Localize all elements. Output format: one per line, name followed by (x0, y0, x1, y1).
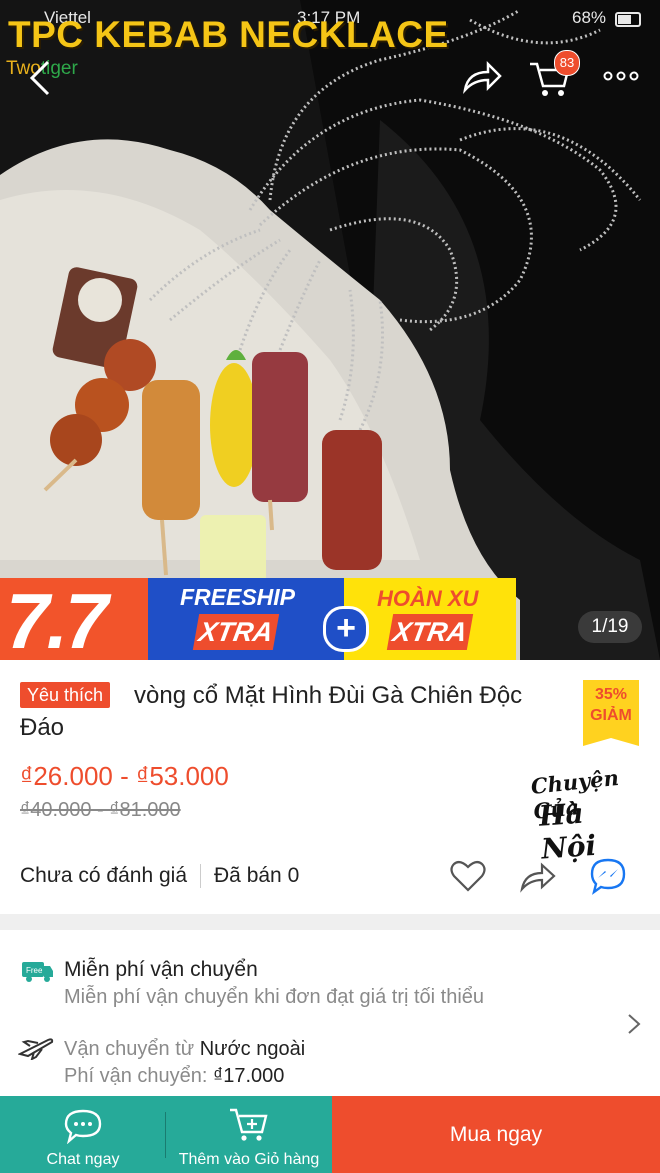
promo-plus-icon: + (323, 606, 369, 652)
section-divider (0, 914, 660, 930)
messenger-button[interactable] (588, 856, 628, 896)
chat-bubble-icon (64, 1109, 102, 1144)
shop-logo-line2: Hà Nội (537, 796, 598, 866)
ship-origin: Vận chuyển từ Nước ngoài (64, 1038, 305, 1061)
arrow-left-icon (29, 60, 50, 96)
cart-plus-icon (230, 1108, 268, 1141)
free-shipping-desc: Miễn phí vận chuyển khi đơn đạt giá trị … (64, 986, 485, 1008)
more-button[interactable] (600, 54, 644, 98)
battery-icon (615, 12, 641, 27)
share-icon (463, 60, 502, 95)
free-badge-text: Free (26, 966, 43, 975)
cart-count-badge: 83 (554, 50, 580, 76)
add-to-cart-button[interactable]: Thêm vào Giỏ hàng (166, 1096, 332, 1173)
promo-banner: 7.7 FREESHIP XTRA HOÀN XU XTRA (0, 577, 520, 660)
ship-fee-label: Phí vận chuyển: (64, 1065, 213, 1087)
free-shipping-title: Miễn phí vận chuyển (64, 958, 258, 981)
chat-now-button[interactable]: Chat ngay (0, 1096, 166, 1173)
bottom-action-bar: Chat ngay Thêm vào Giỏ hàng Mua ngay (0, 1096, 660, 1173)
chevron-right-icon (628, 1014, 641, 1034)
promo-freeship-text: FREESHIP (180, 584, 296, 610)
sold-count: Đã bán 0 (214, 864, 300, 887)
shipping-section[interactable]: Free Miễn phí vận chuyển Miễn phí vận ch… (0, 930, 660, 1096)
promo-xtra-badge: XTRA (192, 614, 280, 650)
price-range: ₫26.000 - ₫53.000 (20, 761, 229, 791)
promo-77-block: 7.7 (0, 577, 148, 660)
battery-text: 68% (572, 8, 607, 27)
discount-percent: 35% (594, 686, 628, 703)
promo-xtra-badge: XTRA (386, 614, 474, 650)
image-banner-title: TPC KEBAB NECKLACE (8, 14, 449, 55)
rating-separator (200, 864, 202, 889)
ship-fee: Phí vận chuyển: ₫17.000 (64, 1065, 284, 1088)
original-price-range: ₫40.000 - ₫81.000 (20, 799, 181, 821)
heart-icon (450, 860, 486, 892)
promo-hoanxu-text: HOÀN XU (377, 586, 479, 611)
product-image[interactable]: Viettel 3:17 PM 68% TPC KEBAB NECKLACE T… (0, 0, 660, 660)
airplane-icon (18, 1038, 54, 1060)
more-dots-icon (603, 71, 639, 81)
promo-77-text: 7.7 (6, 577, 108, 660)
ship-fee-value: ₫17.000 (212, 1065, 285, 1087)
bottom-bar-separator (165, 1112, 166, 1158)
add-to-cart-label: Thêm vào Giỏ hàng (178, 1151, 320, 1168)
share-icon (520, 862, 556, 893)
free-shipping-truck-icon: Free (22, 962, 53, 982)
rating-text: Chưa có đánh giá (20, 864, 188, 887)
image-counter: 1/19 (578, 611, 642, 643)
shop-logo[interactable]: Chuyện Của Hà Nội (528, 760, 646, 866)
discount-badge: 35% GIẢM (583, 680, 639, 746)
back-button[interactable] (18, 54, 62, 98)
messenger-icon (590, 858, 626, 895)
chat-now-label: Chat ngay (46, 1151, 120, 1168)
discount-label: GIẢM (590, 707, 632, 724)
buy-now-button[interactable]: Mua ngay (332, 1096, 660, 1173)
rating-row: Chưa có đánh giá Đã bán 0 (20, 864, 300, 889)
share-button[interactable] (518, 856, 558, 896)
favorite-badge: Yêu thích (20, 682, 111, 708)
like-button[interactable] (448, 856, 488, 896)
ship-origin-label: Vận chuyển từ (64, 1038, 200, 1060)
share-top-button[interactable] (460, 54, 504, 98)
ship-origin-value: Nước ngoài (199, 1038, 306, 1060)
